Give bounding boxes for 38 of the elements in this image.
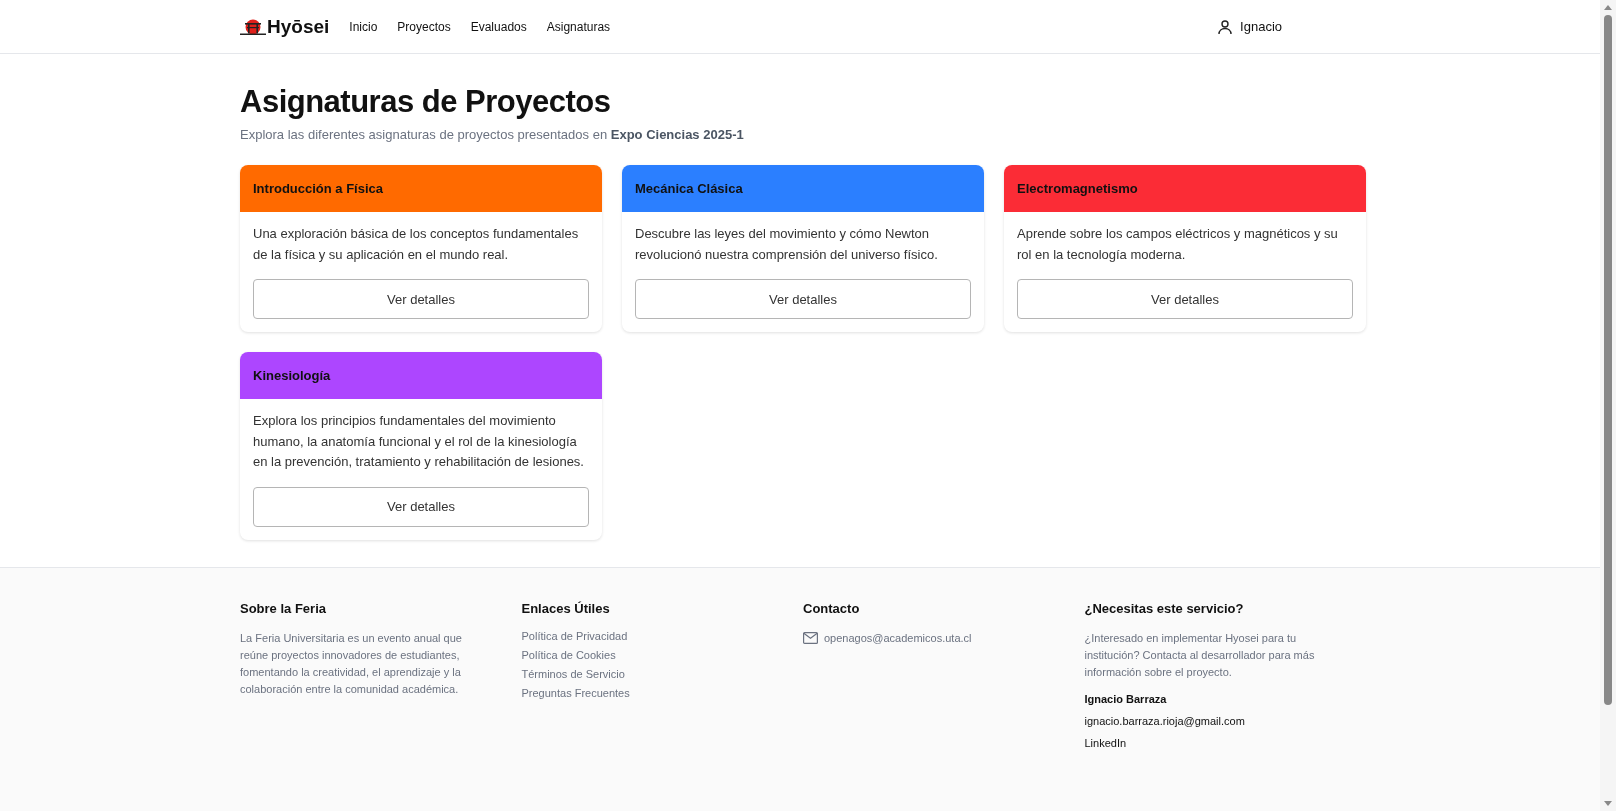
nav-link[interactable]: Evaluados	[470, 19, 527, 34]
contact-email[interactable]: openagos@academicos.uta.cl	[824, 629, 972, 647]
details-button[interactable]: Ver detalles	[253, 486, 589, 527]
footer-link[interactable]: Preguntas Frecuentes	[521, 686, 630, 699]
details-button[interactable]: Ver detalles	[1017, 279, 1353, 320]
footer-heading: ¿Necesitas este servicio?	[1084, 600, 1244, 616]
mail-icon	[803, 632, 818, 645]
footer-heading: Sobre la Feria	[240, 600, 326, 616]
nav-link[interactable]: Inicio	[349, 19, 378, 34]
footer-link[interactable]: Política de Cookies	[521, 648, 616, 661]
details-button[interactable]: Ver detalles	[253, 279, 589, 320]
nav-link[interactable]: Asignaturas	[546, 19, 611, 34]
user-menu[interactable]: Ignacio	[1217, 18, 1282, 35]
footer-text: ¿Interesado en implementar Hyosei para tu institución? Contacta al desarrollador para más información sobre el proyecto.	[1084, 630, 1316, 680]
user-icon	[1217, 18, 1234, 35]
page-title: Asignaturas de Proyectos	[240, 84, 612, 120]
footer-link[interactable]: Política de Privacidad	[521, 629, 628, 642]
card-description: Una exploración básica de los conceptos fundamentales de la física y su aplicación en el mundo real.	[253, 225, 580, 264]
card-description: Descubre las leyes del movimiento y cómo Newton revolucionó nuestra comprensión del universo físico.	[635, 225, 939, 264]
linkedin-link[interactable]: LinkedIn	[1084, 736, 1127, 749]
footer-link[interactable]: Términos de Servicio	[521, 667, 625, 680]
developer-name: Ignacio Barraza	[1084, 692, 1167, 705]
card-description: Explora los principios fundamentales del movimiento humano, la anatomía funcional y el rol de la kinesiología en la prevención, tratamiento y rehabilitación de lesiones.	[253, 412, 585, 472]
card-title: Kinesiología	[253, 368, 331, 384]
card-title: Electromagnetismo	[1017, 181, 1138, 196]
developer-email[interactable]: ignacio.barraza.rioja@gmail.com	[1084, 714, 1245, 727]
card-title: Introducción a Física	[253, 181, 384, 196]
logo-icon	[240, 18, 266, 35]
scrollbar[interactable]	[1600, 0, 1616, 811]
details-button[interactable]: Ver detalles	[635, 279, 971, 320]
card-description: Aprende sobre los campos eléctricos y magnéticos y su rol en la tecnología moderna.	[1017, 225, 1339, 264]
page-subtitle: Explora las diferentes asignaturas de proyectos presentados en Expo Ciencias 2025-1	[240, 127, 745, 142]
brand-name[interactable]: Hyōsei	[267, 15, 330, 38]
footer-heading: Enlaces Útiles	[521, 600, 610, 616]
footer-heading: Contacto	[803, 600, 860, 616]
footer-text: La Feria Universitaria es un evento anual que reúne proyectos innovadores de estudiantes, fomentando la creatividad, el aprendizaje y la colaboración entre la comunidad académica.	[240, 630, 463, 697]
card-title: Mecánica Clásica	[635, 181, 743, 196]
nav-link[interactable]: Proyectos	[397, 19, 451, 34]
